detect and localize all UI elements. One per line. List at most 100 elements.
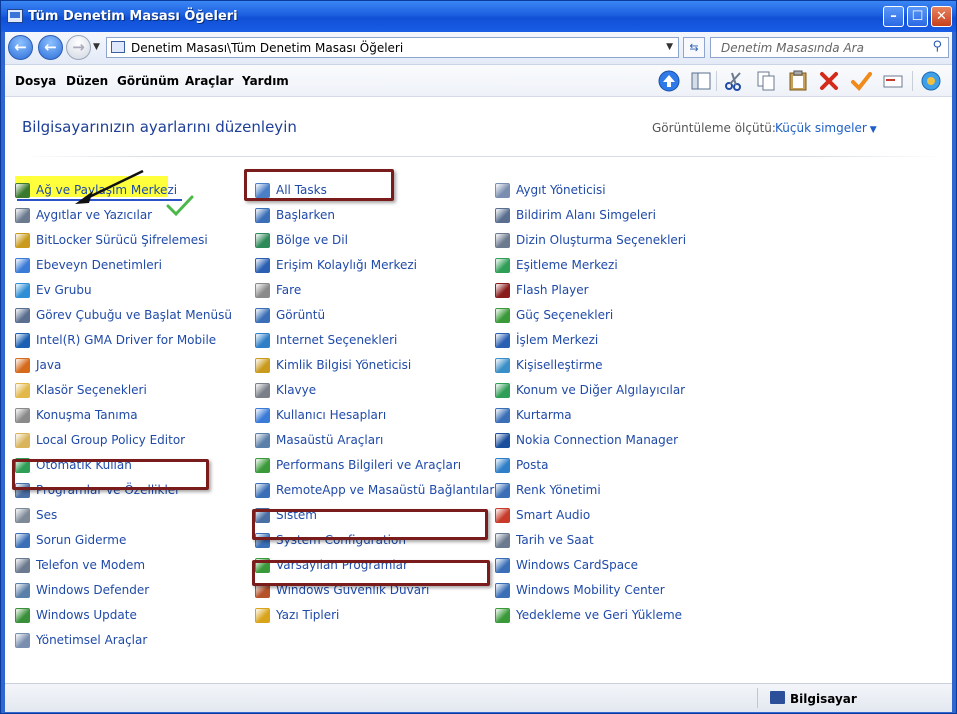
toolbar-separator: [716, 71, 717, 91]
menu-tools[interactable]: Araçlar: [185, 74, 234, 88]
fonts-icon: [255, 608, 270, 623]
control-panel-item-label: Telefon ve Modem: [36, 558, 146, 572]
control-panel-item-label: Konum ve Diğer Algılayıcılar: [516, 383, 686, 397]
control-panel-item-label: Local Group Policy Editor: [36, 433, 186, 447]
control-panel-item-label: Yönetimsel Araçlar: [36, 633, 148, 647]
action-center-icon: [495, 333, 510, 348]
globe-icon: [255, 233, 270, 248]
location-icon: [495, 383, 510, 398]
settings-icon[interactable]: [919, 70, 943, 94]
troubleshoot-icon: [15, 533, 30, 548]
search-box[interactable]: ⚲: [710, 37, 949, 58]
forward-button[interactable]: ←: [38, 35, 63, 60]
control-panel-item-label: Görev Çubuğu ve Başlat Menüsü: [36, 308, 233, 322]
clock-icon: [495, 533, 510, 548]
control-panel-item-label: Posta: [516, 458, 549, 472]
notification-icon: [495, 208, 510, 223]
address-field[interactable]: Denetim Masası\Tüm Denetim Masası Öğeler…: [106, 37, 679, 58]
performance-icon: [255, 458, 270, 473]
panes-icon[interactable]: [689, 70, 713, 94]
menu-file[interactable]: Dosya: [15, 74, 56, 88]
keyboard-icon: [255, 383, 270, 398]
control-panel-item-label: Konuşma Tanıma: [36, 408, 138, 422]
control-panel-item-label: Görüntü: [276, 308, 326, 322]
control-panel-item-label: Klavye: [276, 383, 317, 397]
gadgets-icon: [255, 433, 270, 448]
search-input[interactable]: [711, 38, 931, 57]
control-panel-item-label: Kurtarma: [516, 408, 572, 422]
recent-pages-dropdown-icon[interactable]: ▼: [93, 42, 100, 52]
title-bar[interactable]: Tüm Denetim Masası Öğeleri – ☐ ✕: [1, 1, 956, 32]
mail-icon: [495, 458, 510, 473]
control-panel-item-label: Intel(R) GMA Driver for Mobile: [36, 333, 217, 347]
users-icon: [255, 408, 270, 423]
menu-bar: Dosya Düzen Görünüm Araçlar Yardım: [5, 65, 952, 97]
indexing-icon: [495, 233, 510, 248]
printer-icon: [15, 208, 30, 223]
delete-icon[interactable]: [817, 70, 841, 94]
page-title: Bilgisayarınızın ayarlarını düzenleyin: [22, 118, 297, 136]
mouse-icon: [255, 283, 270, 298]
control-panel-small-icon: [111, 41, 125, 53]
control-panel-item-label: Başlarken: [276, 208, 335, 222]
close-button[interactable]: ✕: [931, 6, 952, 27]
nokia-icon: [495, 433, 510, 448]
admin-tools-icon: [15, 633, 30, 648]
control-panel-item-label: Fare: [276, 283, 302, 297]
power-icon: [495, 308, 510, 323]
refresh-button[interactable]: ⇆: [683, 37, 705, 58]
content-area: Bilgisayarınızın ayarlarını düzenleyin G…: [5, 97, 952, 704]
view-by-dropdown[interactable]: Küçük simgeler ▼: [775, 121, 877, 135]
cut-icon[interactable]: [722, 70, 746, 94]
checkmark-icon[interactable]: [849, 70, 873, 94]
view-by-label: Görüntüleme ölçütü:: [652, 121, 776, 135]
menu-help[interactable]: Yardım: [242, 74, 289, 88]
paste-icon[interactable]: [786, 70, 810, 94]
annotation-box: [252, 509, 488, 540]
search-icon[interactable]: ⚲: [932, 39, 942, 54]
chevron-down-icon[interactable]: ▼: [666, 42, 673, 52]
device-manager-icon: [495, 183, 510, 198]
audio-icon: [495, 508, 510, 523]
intel-icon: [15, 333, 30, 348]
maximize-button[interactable]: ☐: [907, 6, 928, 27]
control-panel-item-label: BitLocker Sürücü Şifrelemesi: [36, 233, 208, 247]
personalization-icon: [495, 358, 510, 373]
control-panel-item-label: Erişim Kolaylığı Merkezi: [276, 258, 417, 272]
forward-disabled-button[interactable]: →: [66, 35, 91, 60]
control-panel-item-label: Dizin Oluşturma Seçenekleri: [516, 233, 687, 247]
java-icon: [15, 358, 30, 373]
control-panel-item-label: Windows Mobility Center: [516, 583, 665, 597]
cardspace-icon: [495, 558, 510, 573]
control-panel-item-label: Sorun Giderme: [36, 533, 127, 547]
remoteapp-icon: [255, 483, 270, 498]
control-panel-item-label: Aygıtlar ve Yazıcılar: [36, 208, 153, 222]
network-icon: [15, 183, 30, 198]
copy-icon[interactable]: [754, 70, 778, 94]
credential-icon: [255, 358, 270, 373]
view-by-value: Küçük simgeler: [775, 121, 867, 135]
back-button[interactable]: ←: [8, 35, 33, 60]
control-panel-item-label: İşlem Merkezi: [516, 333, 599, 347]
client-area: ← ← → ▼ Denetim Masası\Tüm Denetim Masas…: [5, 32, 952, 712]
menu-view[interactable]: Görünüm: [117, 74, 179, 88]
status-text: Bilgisayar: [790, 692, 857, 706]
control-panel-item-label: Internet Seçenekleri: [276, 333, 398, 347]
control-panel-icon: [7, 9, 23, 23]
color-management-icon: [495, 483, 510, 498]
rename-icon[interactable]: [881, 70, 905, 94]
control-panel-item-label: Windows Defender: [36, 583, 150, 597]
homegroup-icon: [15, 283, 30, 298]
control-panel-item-label: Ebeveyn Denetimleri: [36, 258, 162, 272]
control-panel-item-label: Kimlik Bilgisi Yöneticisi: [276, 358, 412, 372]
taskbar-icon: [15, 308, 30, 323]
parental-icon: [15, 258, 30, 273]
menu-edit[interactable]: Düzen: [66, 74, 108, 88]
folder-icon: [15, 383, 30, 398]
microphone-icon: [15, 408, 30, 423]
window: Tüm Denetim Masası Öğeleri – ☐ ✕ ← ← → ▼…: [0, 0, 957, 714]
minimize-button[interactable]: –: [883, 6, 904, 27]
policy-icon: [15, 433, 30, 448]
control-panel-item-label: Klasör Seçenekleri: [36, 383, 147, 397]
up-icon[interactable]: [657, 70, 681, 94]
